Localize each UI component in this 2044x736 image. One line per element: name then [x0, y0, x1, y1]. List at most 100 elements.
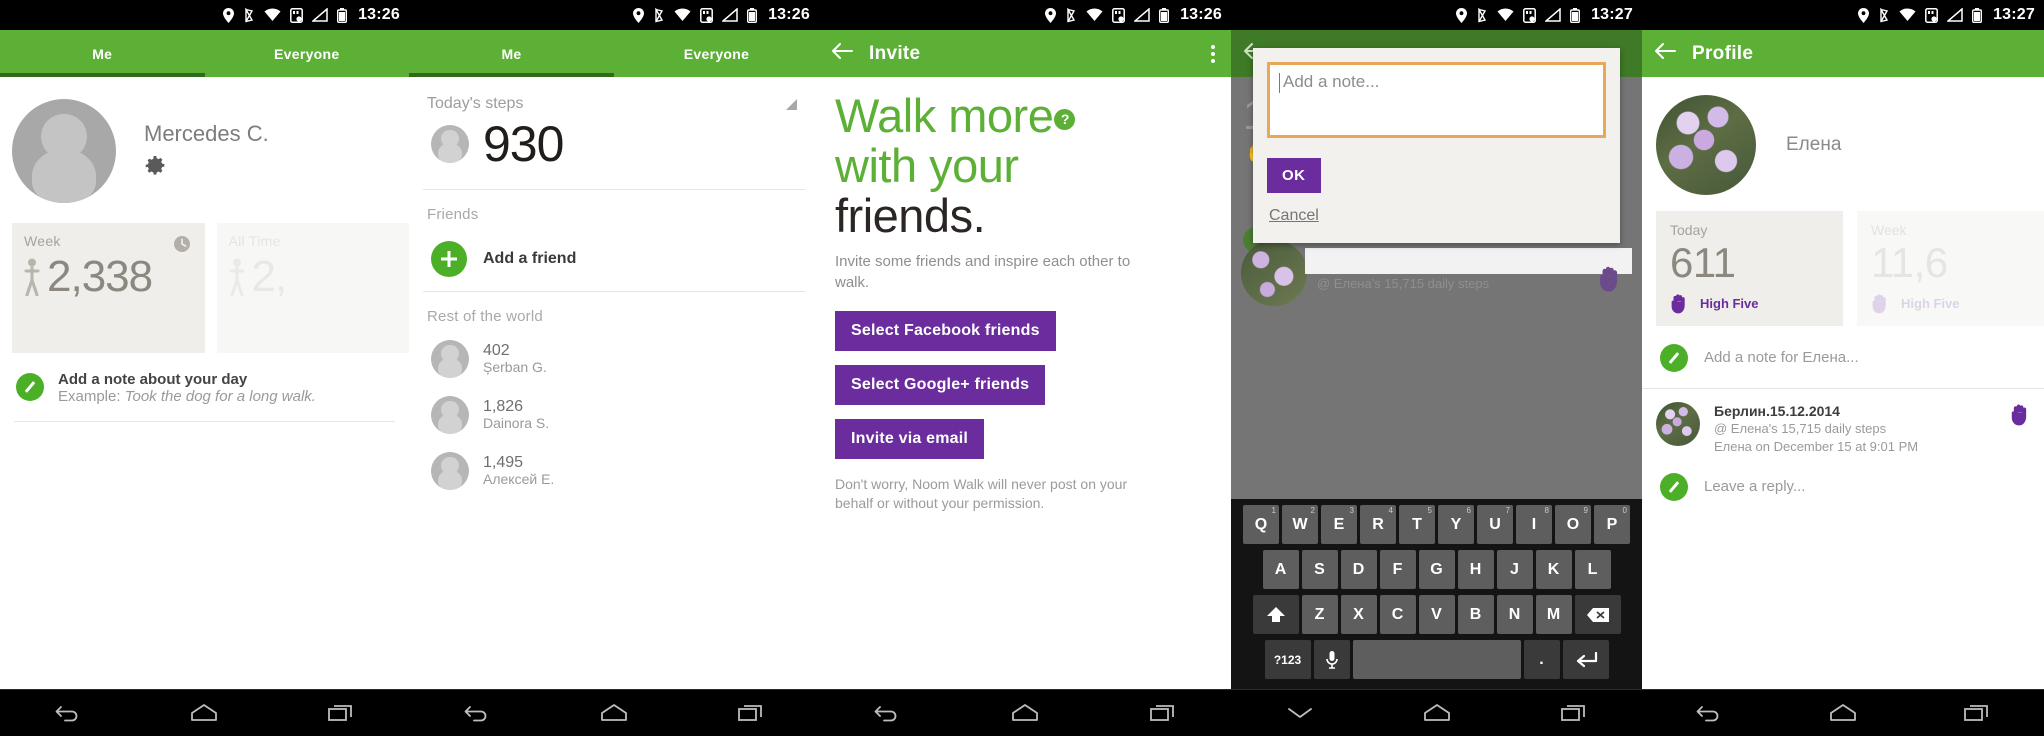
- nav-recents-button[interactable]: [1946, 699, 2008, 727]
- key-voice[interactable]: [1313, 640, 1350, 679]
- key-hint: 9: [1583, 506, 1588, 515]
- key-j[interactable]: J: [1496, 550, 1533, 589]
- nav-recents-button[interactable]: [310, 699, 372, 727]
- key-i[interactable]: 8I: [1516, 505, 1552, 544]
- post-item[interactable]: Берлин.15.12.2014 @ Елена's 15,715 daily…: [1642, 389, 2044, 465]
- stat-card-today[interactable]: Today 611 High Five: [1656, 211, 1843, 327]
- tab-everyone[interactable]: Everyone: [205, 30, 410, 77]
- key-m[interactable]: M: [1535, 595, 1572, 634]
- reply-row[interactable]: Leave a reply...: [1642, 465, 2044, 517]
- list-item[interactable]: 1,826 Dainora S.: [409, 387, 819, 443]
- key-s[interactable]: S: [1301, 550, 1338, 589]
- key-space[interactable]: [1352, 640, 1521, 679]
- nav-back-button[interactable]: [37, 699, 99, 727]
- help-badge-icon[interactable]: ?: [1054, 109, 1076, 130]
- key-backspace[interactable]: [1574, 595, 1621, 634]
- key-k[interactable]: K: [1535, 550, 1572, 589]
- bluetooth-icon: [1478, 7, 1487, 22]
- add-friend-row[interactable]: Add a friend: [409, 229, 819, 291]
- overflow-menu-icon[interactable]: [1207, 41, 1219, 67]
- key-a[interactable]: A: [1262, 550, 1299, 589]
- nav-back-button[interactable]: [1678, 699, 1740, 727]
- dimmed-post-caption: @ Елена's 15,715 daily steps: [1317, 276, 1490, 291]
- cancel-button[interactable]: Cancel: [1267, 207, 1606, 225]
- sort-triangle-icon[interactable]: [786, 98, 797, 110]
- nav-recents-button[interactable]: [720, 699, 782, 727]
- nav-hide-keyboard-button[interactable]: [1268, 700, 1332, 726]
- settings-gear-icon[interactable]: [144, 155, 269, 182]
- high-five-row[interactable]: High Five: [1871, 292, 2030, 314]
- invite-via-email-button[interactable]: Invite via email: [835, 418, 985, 459]
- key-d[interactable]: D: [1340, 550, 1377, 589]
- system-nav-bar: [409, 689, 819, 736]
- key-enter[interactable]: [1562, 640, 1609, 679]
- avatar[interactable]: [12, 99, 116, 203]
- select-google-friends-button[interactable]: Select Google+ friends: [835, 364, 1046, 405]
- key-p[interactable]: 0P: [1594, 505, 1630, 544]
- key-shift[interactable]: [1252, 595, 1299, 634]
- key-f[interactable]: F: [1379, 550, 1416, 589]
- key-z[interactable]: Z: [1301, 595, 1338, 634]
- select-facebook-friends-button[interactable]: Select Facebook friends: [835, 310, 1056, 351]
- avatar[interactable]: [1656, 95, 1756, 195]
- tab-me[interactable]: Me: [409, 30, 614, 77]
- key-r[interactable]: 4R: [1360, 505, 1396, 544]
- back-arrow-icon[interactable]: [831, 42, 853, 65]
- add-note-dialog: Add a note... OK Cancel: [1253, 48, 1620, 243]
- stat-card-value-row: 2,338: [24, 255, 193, 299]
- pencil-icon: [16, 373, 44, 401]
- key-c[interactable]: C: [1379, 595, 1416, 634]
- key-symbols[interactable]: ?123: [1264, 640, 1311, 679]
- high-five-row[interactable]: High Five: [1670, 292, 1829, 314]
- nav-back-button[interactable]: [856, 699, 918, 727]
- key-o[interactable]: 9O: [1555, 505, 1591, 544]
- nav-recents-button[interactable]: [1543, 699, 1605, 727]
- nav-home-button[interactable]: [1405, 699, 1469, 727]
- key-l[interactable]: L: [1574, 550, 1611, 589]
- key-g[interactable]: G: [1418, 550, 1455, 589]
- home-icon: [1424, 704, 1451, 721]
- key-u[interactable]: 7U: [1477, 505, 1513, 544]
- status-time: 13:26: [768, 6, 810, 23]
- post-high-five-icon[interactable]: [2010, 402, 2032, 431]
- list-item[interactable]: 1,495 Алексей Е.: [409, 443, 819, 499]
- key-y[interactable]: 6Y: [1438, 505, 1474, 544]
- key-b[interactable]: B: [1457, 595, 1494, 634]
- signal-icon: [722, 8, 738, 22]
- nav-home-button[interactable]: [582, 699, 646, 727]
- key-n[interactable]: N: [1496, 595, 1533, 634]
- stat-card-label: Week: [1871, 222, 1907, 238]
- google-button-wrap: Select Google+ friends: [819, 364, 1231, 405]
- nav-home-button[interactable]: [1811, 699, 1875, 727]
- profile-header[interactable]: Mercedes C.: [0, 77, 409, 223]
- nav-home-button[interactable]: [172, 699, 236, 727]
- nav-back-button[interactable]: [446, 699, 508, 727]
- stat-card-week[interactable]: Week 11,6 High Five: [1857, 211, 2044, 327]
- key-h[interactable]: H: [1457, 550, 1494, 589]
- key-e[interactable]: 3E: [1321, 505, 1357, 544]
- key-w[interactable]: 2W: [1282, 505, 1318, 544]
- key-period[interactable]: .: [1523, 640, 1560, 679]
- tab-me[interactable]: Me: [0, 30, 205, 77]
- list-item[interactable]: 402 Șerban G.: [409, 331, 819, 387]
- add-note-row[interactable]: Add a note about your day Example: Took …: [0, 353, 409, 421]
- stat-card-week[interactable]: Week 2,338: [12, 223, 205, 353]
- profile-name: Елена: [1786, 134, 1842, 155]
- post-title: Берлин.15.12.2014: [1714, 403, 1840, 420]
- recents-icon: [1964, 705, 1989, 721]
- ok-button[interactable]: OK: [1267, 158, 1321, 193]
- tab-everyone[interactable]: Everyone: [614, 30, 819, 77]
- nav-home-button[interactable]: [993, 699, 1057, 727]
- panel-body: Елена Today 611 High Five Week 11,6 High…: [1642, 77, 2044, 518]
- nav-recents-button[interactable]: [1132, 699, 1194, 727]
- key-t[interactable]: 5T: [1399, 505, 1435, 544]
- back-arrow-icon[interactable]: [1654, 42, 1676, 65]
- key-hint: 0: [1622, 506, 1627, 515]
- stat-card-alltime[interactable]: All Time 2,: [216, 223, 409, 353]
- note-textarea[interactable]: Add a note...: [1267, 62, 1606, 138]
- key-v[interactable]: V: [1418, 595, 1455, 634]
- key-q[interactable]: 1Q: [1243, 505, 1279, 544]
- add-note-row[interactable]: Add a note for Елена...: [1642, 326, 2044, 388]
- list-item-text: 1,826 Dainora S.: [483, 398, 549, 432]
- key-x[interactable]: X: [1340, 595, 1377, 634]
